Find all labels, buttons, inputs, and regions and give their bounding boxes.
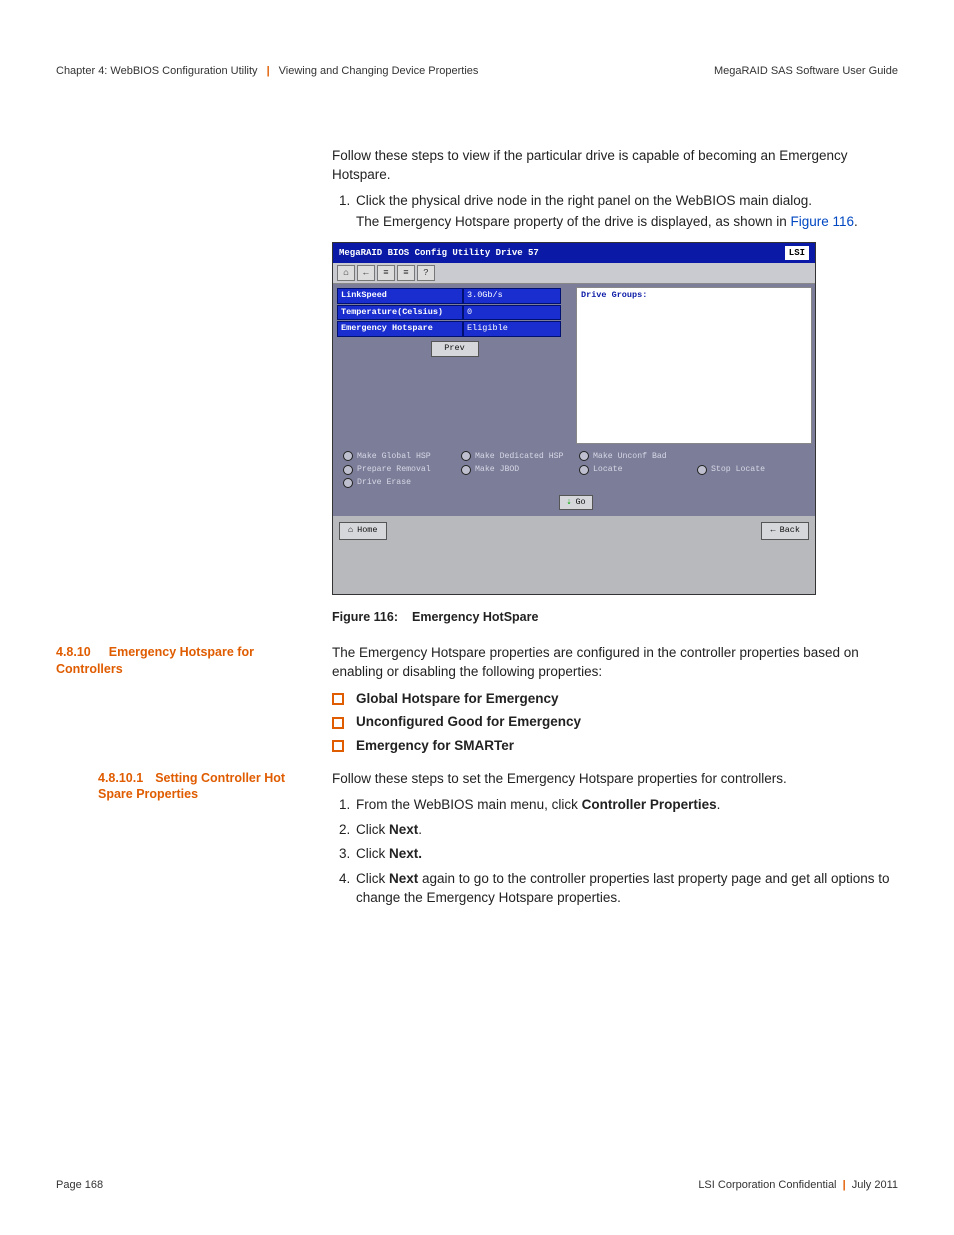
header-separator: |: [264, 65, 273, 77]
property-row: LinkSpeed 3.0Gb/s: [337, 288, 572, 304]
drive-groups-panel: Drive Groups:: [576, 287, 812, 444]
footer-separator: |: [840, 1179, 849, 1191]
shot-toolbar: ⌂ ← ≡ ≡ ?: [333, 263, 815, 284]
intro-step-1: Click the physical drive node in the rig…: [354, 192, 898, 231]
page-footer: Page 168 LSI Corporation Confidential | …: [56, 1179, 898, 1191]
intro-paragraph: Follow these steps to view if the partic…: [332, 147, 898, 184]
shot-window-title: MegaRAID BIOS Config Utility Drive 57: [339, 247, 539, 259]
controller-steps-list: From the WebBIOS main menu, click Contro…: [332, 796, 898, 907]
step-3: Click Next.: [354, 845, 898, 864]
option-prepare-removal[interactable]: Prepare Removal: [343, 464, 455, 475]
step-2: Click Next.: [354, 821, 898, 840]
bullet-icon: [332, 717, 344, 729]
back-arrow-icon[interactable]: ←: [357, 265, 375, 281]
bullet-icon: [332, 693, 344, 705]
home-icon[interactable]: ⌂: [337, 265, 355, 281]
header-section: Viewing and Changing Device Properties: [279, 65, 479, 77]
option-make-global-hsp[interactable]: Make Global HSP: [343, 451, 455, 462]
step-4: Click Next again to go to the controller…: [354, 870, 898, 907]
section-heading-4-8-10: 4.8.10Emergency Hotspare for Controllers: [56, 644, 314, 678]
page-header: Chapter 4: WebBIOS Configuration Utility…: [56, 65, 898, 77]
toolbar-icon[interactable]: ≡: [377, 265, 395, 281]
figure-116-link[interactable]: Figure 116: [790, 214, 854, 229]
bullet-icon: [332, 740, 344, 752]
shot-brand-logo: LSI: [785, 246, 809, 260]
section-4-8-10-intro: The Emergency Hotspare properties are co…: [332, 644, 898, 681]
option-locate[interactable]: Locate: [579, 464, 691, 475]
property-row: Emergency Hotspare Eligible: [337, 321, 572, 337]
home-button[interactable]: ⌂Home: [339, 522, 387, 540]
section-4-8-10-1-intro: Follow these steps to set the Emergency …: [332, 770, 898, 789]
header-doc-title: MegaRAID SAS Software User Guide: [714, 65, 898, 77]
option-stop-locate[interactable]: Stop Locate: [697, 464, 809, 475]
section-heading-4-8-10-1: 4.8.10.1Setting Controller Hot Spare Pro…: [98, 770, 314, 804]
go-button[interactable]: ⇣Go: [559, 495, 592, 511]
option-make-jbod[interactable]: Make JBOD: [461, 464, 573, 475]
screenshot-figure-116: MegaRAID BIOS Config Utility Drive 57 LS…: [332, 242, 816, 596]
prev-button[interactable]: Prev: [431, 341, 479, 357]
property-row: Temperature(Celsius) 0: [337, 305, 572, 321]
back-button[interactable]: ←Back: [761, 522, 809, 540]
option-drive-erase[interactable]: Drive Erase: [343, 477, 455, 488]
footer-confidential: LSI Corporation Confidential: [698, 1179, 836, 1191]
footer-date: July 2011: [852, 1179, 898, 1191]
footer-page-number: Page 168: [56, 1179, 103, 1191]
hotspare-property-list: Global Hotspare for Emergency Unconfigur…: [332, 690, 898, 756]
toolbar-icon[interactable]: ≡: [397, 265, 415, 281]
figure-caption: Figure 116:Emergency HotSpare: [332, 609, 898, 626]
option-make-unconf-bad[interactable]: Make Unconf Bad: [579, 451, 691, 462]
option-make-dedicated-hsp[interactable]: Make Dedicated HSP: [461, 451, 573, 462]
help-icon[interactable]: ?: [417, 265, 435, 281]
header-chapter: Chapter 4: WebBIOS Configuration Utility: [56, 65, 258, 77]
step-1: From the WebBIOS main menu, click Contro…: [354, 796, 898, 815]
